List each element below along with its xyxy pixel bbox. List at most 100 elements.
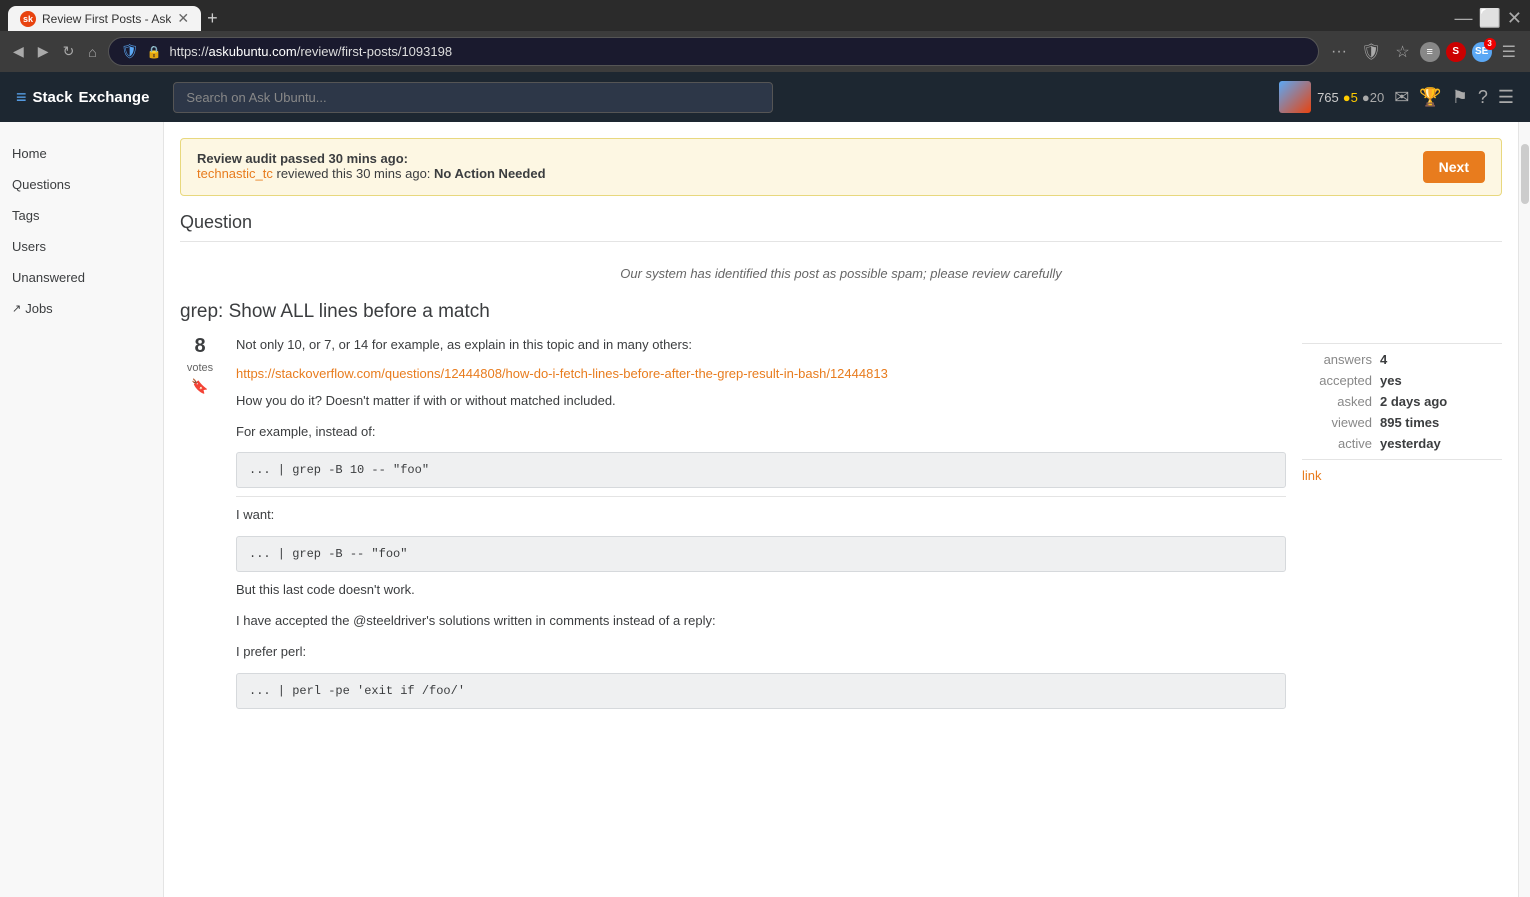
code-block-2: ... | grep -B -- "foo" [236, 536, 1286, 572]
stack-exchange-menu-icon[interactable]: ☰ [1498, 87, 1514, 108]
sidebar-item-jobs[interactable]: ↗ Jobs [0, 293, 163, 324]
question-section: Question Our system has identified this … [180, 212, 1502, 717]
lock-icon: 🔒 [147, 45, 162, 59]
accepted-para: I have accepted the @steeldriver's solut… [236, 611, 1286, 632]
audit-reviewed-text: reviewed this 30 mins ago: [277, 166, 431, 181]
sidebar-item-unanswered[interactable]: Unanswered [0, 262, 163, 293]
section-title: Question [180, 212, 1502, 242]
answers-value: 4 [1380, 352, 1387, 367]
reviewer-link[interactable]: technastic_tc [197, 166, 273, 181]
prefer-text: I prefer perl: [236, 642, 1286, 663]
question-para2: How you do it? Doesn't matter if with or… [236, 391, 1286, 412]
scrollbar-thumb[interactable] [1521, 144, 1529, 204]
sidebar-item-users[interactable]: Users [0, 231, 163, 262]
vote-count: 8 [194, 335, 205, 358]
viewed-stat: viewed 895 times [1302, 415, 1502, 430]
audit-action: No Action Needed [434, 166, 545, 181]
reload-button[interactable]: ↻ [60, 40, 78, 63]
achievements-icon[interactable]: 🏆 [1419, 87, 1441, 108]
question-content: Not only 10, or 7, or 14 for example, as… [236, 335, 1286, 717]
accepted-value: yes [1380, 373, 1402, 388]
accepted-label: accepted [1302, 373, 1372, 388]
avatar[interactable] [1279, 81, 1311, 113]
home-button[interactable]: ⌂ [85, 41, 99, 63]
question-title: grep: Show ALL lines before a match [180, 301, 1502, 323]
toolbar-icons: ··· 🛡 ☆ ≡ S SE 3 ☰ [1327, 38, 1520, 66]
user-reputation: 765 ●5 ●20 [1317, 90, 1384, 105]
ext2-icon[interactable]: S [1446, 42, 1466, 62]
code-block-1: ... | grep -B 10 -- "foo" [236, 452, 1286, 488]
asked-value: 2 days ago [1380, 394, 1447, 409]
main-layout: Home Questions Tags Users Unanswered ↗ J… [0, 122, 1530, 897]
silver-badge: ●20 [1362, 90, 1384, 105]
asked-label: asked [1302, 394, 1372, 409]
viewed-label: viewed [1302, 415, 1372, 430]
inbox-icon[interactable]: ✉ [1394, 87, 1409, 108]
address-bar[interactable]: 🛡 🔒 https://askubuntu.com/review/first-p… [108, 37, 1319, 66]
star-icon[interactable]: ☆ [1391, 38, 1413, 66]
close-tab-icon[interactable]: ✕ [177, 10, 189, 27]
link-link[interactable]: link [1302, 468, 1502, 483]
answers-stat: answers 4 [1302, 352, 1502, 367]
search-input[interactable] [173, 82, 773, 113]
back-button[interactable]: ◀ [10, 40, 27, 63]
vote-column: 8 votes 🔖 [180, 335, 220, 717]
sidebar: Home Questions Tags Users Unanswered ↗ J… [0, 122, 164, 897]
audit-banner: Review audit passed 30 mins ago: technas… [180, 138, 1502, 196]
search-container [173, 82, 773, 113]
audit-text: Review audit passed 30 mins ago: technas… [197, 151, 546, 181]
url-display: https://askubuntu.com/review/first-posts… [170, 44, 1307, 59]
logo-exchange: Exchange [79, 89, 150, 106]
more-icon[interactable]: ··· [1327, 39, 1351, 65]
question-body-area: 8 votes 🔖 Not only 10, or 7, or 14 for e… [180, 335, 1502, 717]
code-block-3: ... | perl -pe 'exit if /foo/' [236, 673, 1286, 709]
logo-icon: ≡ [16, 87, 27, 108]
close-window-button[interactable]: ✕ [1507, 8, 1522, 29]
external-link-icon: ↗ [12, 302, 21, 315]
main-content: Review audit passed 30 mins ago: technas… [164, 122, 1518, 897]
shield-toolbar-icon[interactable]: 🛡 [1357, 38, 1385, 66]
site-logo[interactable]: ≡ Stack Exchange [16, 87, 149, 108]
header-right: 765 ●5 ●20 ✉ 🏆 ⚑ ? ☰ [1279, 81, 1514, 113]
asked-stat: asked 2 days ago [1302, 394, 1502, 409]
review-icon[interactable]: ⚑ [1452, 87, 1468, 108]
browser-tab[interactable]: sk Review First Posts - Ask ✕ [8, 6, 201, 31]
new-tab-button[interactable]: + [207, 8, 218, 29]
audit-banner-title: Review audit passed 30 mins ago: [197, 151, 408, 166]
ext1-icon[interactable]: ≡ [1420, 42, 1440, 62]
stats-divider-bottom [1302, 459, 1502, 460]
hamburger-icon[interactable]: ☰ [1498, 38, 1520, 66]
minimize-button[interactable]: — [1454, 8, 1472, 29]
scrollbar[interactable] [1518, 122, 1530, 897]
sidebar-item-questions[interactable]: Questions [0, 169, 163, 200]
accepted-stat: accepted yes [1302, 373, 1502, 388]
question-para1: Not only 10, or 7, or 14 for example, as… [236, 335, 1286, 356]
answers-label: answers [1302, 352, 1372, 367]
viewed-value: 895 times [1380, 415, 1439, 430]
vote-label: votes [187, 362, 213, 374]
maximize-button[interactable]: ⬜ [1478, 8, 1500, 29]
want-text: I want: [236, 505, 1286, 526]
next-button[interactable]: Next [1423, 151, 1485, 183]
divider [236, 496, 1286, 497]
forward-button[interactable]: ▶ [35, 40, 52, 63]
tab-favicon: sk [20, 11, 36, 27]
gold-badge: ●5 [1343, 90, 1358, 105]
active-value: yesterday [1380, 436, 1441, 451]
question-para4: But this last code doesn't work. [236, 580, 1286, 601]
stats-sidebar: answers 4 accepted yes asked 2 days ago … [1302, 335, 1502, 717]
site-header: ≡ Stack Exchange 765 ●5 ●20 ✉ 🏆 ⚑ ? ☰ [0, 72, 1530, 122]
bookmark-icon[interactable]: 🔖 [191, 378, 208, 395]
address-bar-row: ◀ ▶ ↻ ⌂ 🛡 🔒 https://askubuntu.com/review… [0, 31, 1530, 72]
active-stat: active yesterday [1302, 436, 1502, 451]
active-label: active [1302, 436, 1372, 451]
stats-divider-top [1302, 343, 1502, 344]
sidebar-item-home[interactable]: Home [0, 138, 163, 169]
ext3-icon[interactable]: SE 3 [1472, 42, 1492, 62]
shield-icon: 🛡 [121, 43, 139, 60]
question-para3: For example, instead of: [236, 422, 1286, 443]
logo-stack: Stack [33, 89, 73, 106]
help-icon[interactable]: ? [1478, 87, 1488, 108]
stackoverflow-link[interactable]: https://stackoverflow.com/questions/1244… [236, 366, 1286, 381]
sidebar-item-tags[interactable]: Tags [0, 200, 163, 231]
